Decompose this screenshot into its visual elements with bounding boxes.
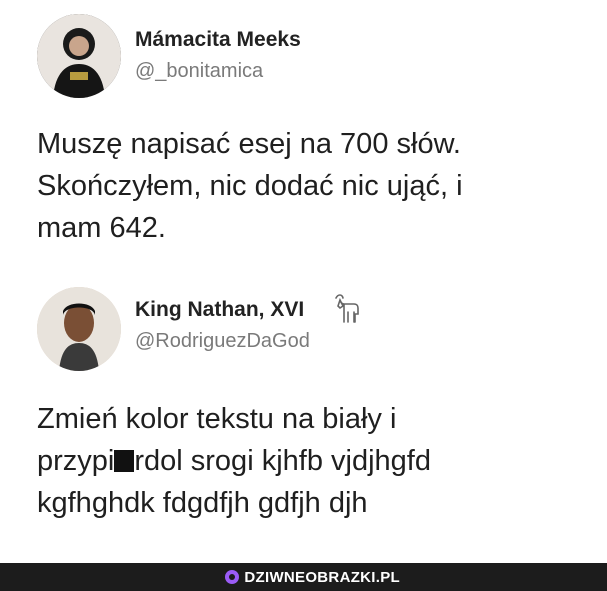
- tweet-text-line: kgfhghdk fdgdfjh gdfjh djh: [37, 487, 368, 519]
- tweet-text-line: Skończyłem, nic dodać nic ująć, i: [37, 170, 463, 202]
- avatar[interactable]: [37, 14, 121, 98]
- user-handle[interactable]: @RodriguezDaGod: [135, 330, 310, 353]
- user-handle[interactable]: @_bonitamica: [135, 60, 263, 83]
- avatar[interactable]: [37, 287, 121, 371]
- censor-block: [114, 450, 135, 472]
- tweet-text-line: mam 642.: [37, 212, 166, 244]
- display-name[interactable]: King Nathan, XVI: [135, 298, 304, 322]
- tweet-text: Muszę napisać esej na 700 słów. Skończył…: [37, 123, 577, 249]
- tweet-text-line: przypi rdol srogi kjhfb vjdjhgfd: [37, 440, 577, 482]
- tweet-card: King Nathan, XVI @RodriguezDaGod Zmień k…: [0, 280, 607, 550]
- text-segment: przypi: [37, 445, 115, 477]
- tweet-text: Zmień kolor tekstu na biały i przypi rdol…: [37, 398, 577, 524]
- tweet-card: Mámacita Meeks @_bonitamica Muszę napisa…: [0, 0, 607, 270]
- display-name[interactable]: Mámacita Meeks: [135, 28, 301, 52]
- brand-label: DZIWNEOBRAZKI.PL: [244, 568, 400, 586]
- tweet-text-line: Muszę napisać esej na 700 słów.: [37, 128, 461, 160]
- goat-icon: [335, 294, 359, 323]
- footer-bar: DZIWNEOBRAZKI.PL: [0, 563, 607, 591]
- text-segment: rdol srogi kjhfb vjdjhgfd: [134, 445, 431, 477]
- tweet-text-line: Zmień kolor tekstu na biały i: [37, 403, 397, 435]
- brand-logo-icon: [225, 570, 240, 584]
- site-watermark[interactable]: DZIWNEOBRAZKI.PL: [225, 567, 400, 587]
